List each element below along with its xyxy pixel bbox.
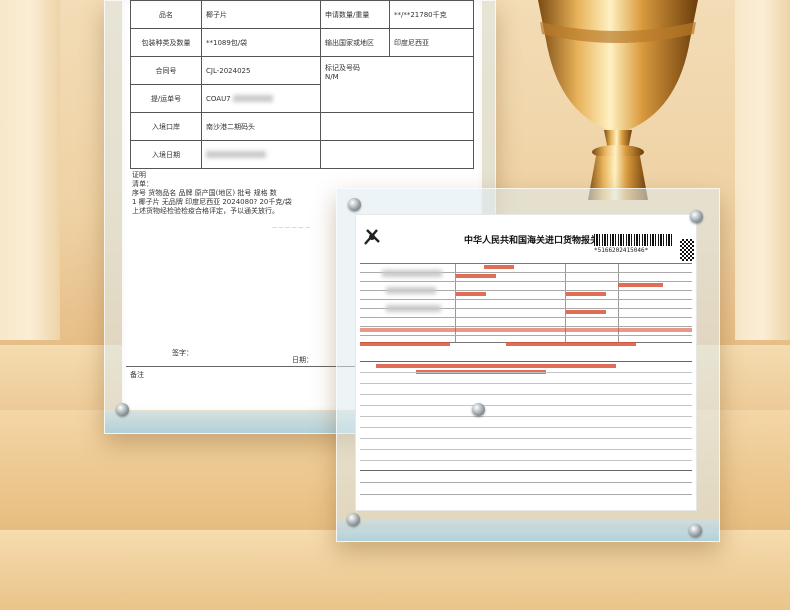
golden-trophy-image bbox=[538, 0, 698, 200]
row-label: 入境口岸 bbox=[130, 112, 202, 141]
goods-list-table bbox=[360, 361, 692, 471]
red-annotation-mark bbox=[360, 328, 692, 332]
row-label: 合同号 bbox=[130, 56, 202, 85]
row-value: **1089包/袋 bbox=[201, 28, 321, 57]
red-annotation-mark bbox=[456, 274, 496, 278]
fine-print: — — — — — — bbox=[272, 225, 310, 231]
date-label: 日期： bbox=[292, 356, 313, 364]
frame-screw bbox=[690, 210, 703, 223]
blurred-redaction bbox=[386, 305, 441, 312]
customs-emblem-icon bbox=[364, 229, 380, 245]
empty-cell bbox=[320, 140, 474, 169]
row-value: **/**21780千克 bbox=[389, 0, 474, 29]
frame-screw bbox=[689, 524, 702, 537]
frame-screw bbox=[348, 198, 361, 211]
frame-screw bbox=[472, 403, 485, 416]
display-step bbox=[0, 530, 790, 610]
row-label: 申请数量/重量 bbox=[320, 0, 390, 29]
row-value: 南沙港二期码头 bbox=[201, 112, 321, 141]
row-value: 印度尼西亚 bbox=[389, 28, 474, 57]
red-annotation-mark bbox=[566, 310, 606, 314]
row-value: 椰子片 bbox=[201, 0, 321, 29]
remark-label: 备注 bbox=[130, 371, 144, 379]
row-label: 输出国家或地区 bbox=[320, 28, 390, 57]
marks-value: N/M bbox=[325, 73, 339, 81]
wall-pillar bbox=[0, 0, 60, 340]
table-row: 入境日期 bbox=[130, 140, 474, 169]
red-annotation-mark bbox=[456, 292, 486, 296]
blurred-redaction bbox=[206, 151, 266, 158]
empty-cell bbox=[320, 112, 474, 141]
qr-code-image bbox=[680, 239, 694, 261]
row-value: CJL-2024025 bbox=[201, 56, 321, 85]
row-label: 提/运单号 bbox=[130, 84, 202, 113]
blurred-redaction bbox=[232, 95, 273, 102]
row-value: COAU7 bbox=[201, 84, 321, 113]
document-title: 中华人民共和国海关进口货物报关单 bbox=[464, 236, 609, 246]
table-row: 品名 椰子片 申请数量/重量 **/**21780千克 bbox=[130, 0, 474, 29]
row-label: 包装种类及数量 bbox=[130, 28, 202, 57]
customs-declaration-document: 中华人民共和国海关进口货物报关单 *5166202415046* bbox=[356, 215, 696, 510]
barcode-image bbox=[594, 234, 674, 246]
bill-number: COAU7 bbox=[206, 94, 231, 103]
red-annotation-mark bbox=[506, 342, 636, 346]
prove-line: 上述货物经检验检疫合格评定，予以通关放行。 bbox=[132, 207, 279, 215]
table-row: 合同号 CJL-2024025 标记及号码 N/M bbox=[130, 56, 474, 113]
marks-cell: 标记及号码 N/M bbox=[320, 56, 474, 113]
row-label: 品名 bbox=[130, 0, 202, 29]
blurred-redaction bbox=[382, 270, 442, 277]
row-label: 入境日期 bbox=[130, 140, 202, 169]
table-row: 包装种类及数量 **1089包/袋 输出国家或地区 印度尼西亚 bbox=[130, 28, 474, 57]
red-annotation-mark bbox=[566, 292, 606, 296]
wall-pillar bbox=[735, 0, 790, 340]
red-annotation-mark bbox=[360, 342, 450, 346]
declaration-footer-grid bbox=[360, 471, 692, 505]
barcode-number: *5166202415046* bbox=[594, 247, 649, 254]
row-value bbox=[201, 140, 321, 169]
sign-label: 签字： bbox=[172, 349, 193, 357]
certificate-table: 品名 椰子片 申请数量/重量 **/**21780千克 包装种类及数量 **10… bbox=[130, 0, 474, 169]
frame-screw bbox=[116, 403, 129, 416]
red-annotation-mark bbox=[484, 265, 514, 269]
red-annotation-mark bbox=[618, 283, 663, 287]
marks-label: 标记及号码 bbox=[325, 64, 360, 72]
blurred-redaction bbox=[386, 287, 436, 294]
frame-screw bbox=[347, 513, 360, 526]
table-row: 入境口岸 南沙港二期码头 bbox=[130, 112, 474, 141]
